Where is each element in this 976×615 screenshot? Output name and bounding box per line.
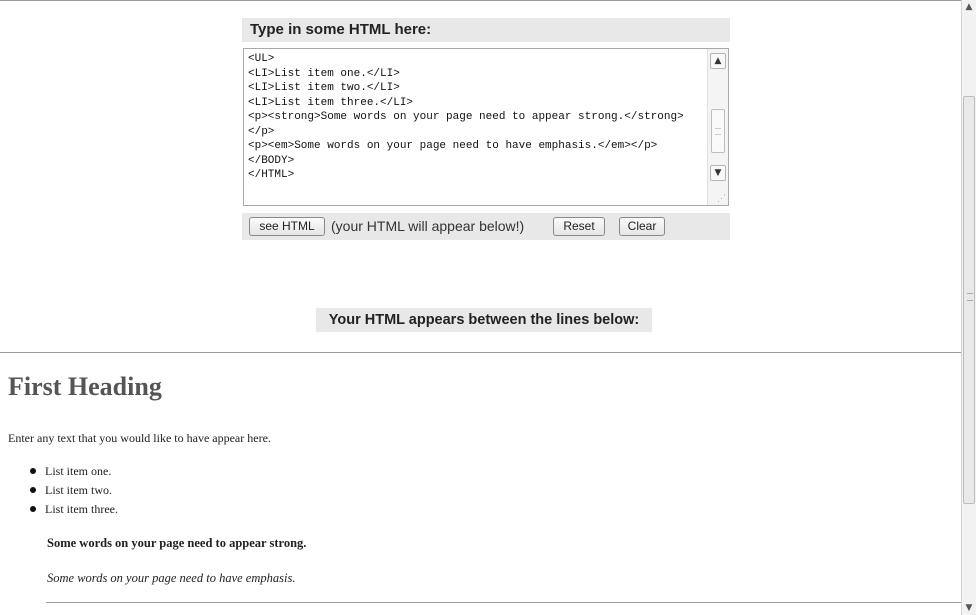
hint-text: (your HTML will appear below!)	[331, 218, 525, 234]
top-divider	[0, 0, 961, 7]
html-input-textarea[interactable]: <UL> <LI>List item one.</LI> <LI>List it…	[243, 48, 729, 206]
textarea-scroll-down-icon[interactable]: ▼	[710, 165, 726, 181]
textarea-scrollbar[interactable]: ▲ ▼	[707, 49, 728, 205]
see-html-button[interactable]: see HTML	[249, 217, 325, 236]
reset-button[interactable]: Reset	[553, 217, 605, 236]
list-item-text: List item two.	[45, 483, 112, 497]
page-scroll-up-icon[interactable]: ▲	[964, 2, 974, 12]
output-emphasis-text: Some words on your page need to have emp…	[47, 571, 296, 585]
output-heading: First Heading	[8, 372, 162, 401]
editor-title: Type in some HTML here:	[242, 18, 730, 42]
textarea-scroll-thumb[interactable]	[711, 109, 725, 153]
output-label: Your HTML appears between the lines belo…	[316, 308, 652, 332]
list-item: List item two.	[30, 481, 118, 500]
output-list: List item one. List item two. List item …	[30, 462, 118, 519]
bullet-icon	[30, 487, 36, 493]
list-item: List item one.	[30, 462, 118, 481]
bullet-icon	[30, 468, 36, 474]
textarea-scroll-up-icon[interactable]: ▲	[710, 53, 726, 69]
output-top-divider	[0, 352, 961, 353]
html-input-text[interactable]: <UL> <LI>List item one.</LI> <LI>List it…	[248, 52, 703, 183]
output-paragraph: Enter any text that you would like to ha…	[8, 431, 271, 445]
page-scrollbar[interactable]: ▲ ▼	[961, 0, 976, 615]
grip-icon	[967, 293, 973, 301]
list-item: List item three.	[30, 500, 118, 519]
bullet-icon	[30, 506, 36, 512]
list-item-text: List item one.	[45, 464, 112, 478]
clear-button[interactable]: Clear	[619, 217, 665, 236]
resize-handle-icon[interactable]: ⋰	[717, 193, 726, 204]
output-bottom-divider	[46, 602, 961, 603]
editor-controls: see HTML (your HTML will appear below!) …	[242, 213, 730, 240]
page-scroll-down-icon[interactable]: ▼	[964, 603, 974, 613]
page-scroll-thumb[interactable]	[963, 96, 975, 504]
grip-icon	[715, 128, 721, 135]
output-strong-text: Some words on your page need to appear s…	[47, 536, 307, 550]
list-item-text: List item three.	[45, 502, 118, 516]
